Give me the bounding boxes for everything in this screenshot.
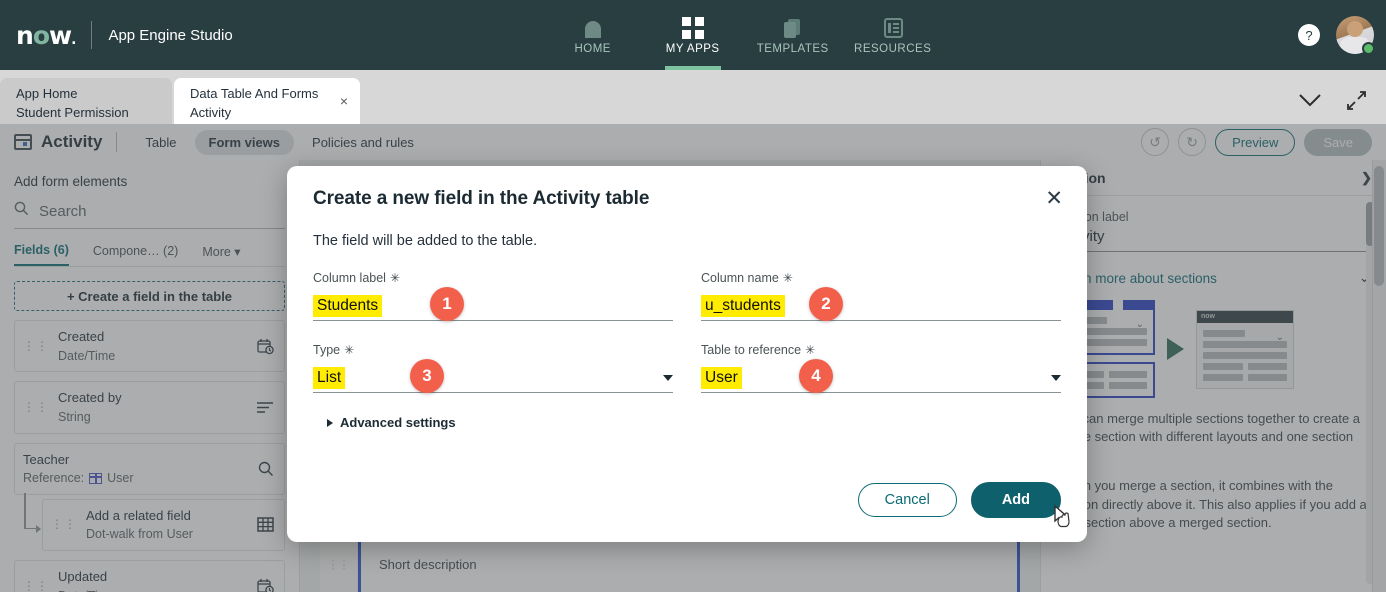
- tab-strip: App Home Student Permission Data Table A…: [0, 70, 1386, 124]
- type-select[interactable]: List: [313, 364, 673, 393]
- modal-actions: Cancel Add: [857, 482, 1061, 518]
- table-to-reference-select[interactable]: User: [701, 364, 1061, 393]
- chevron-down-icon: [663, 375, 673, 381]
- add-button[interactable]: Add: [970, 482, 1061, 518]
- avatar[interactable]: [1336, 16, 1375, 55]
- required-asterisk-icon: ✳: [805, 343, 816, 357]
- help-icon[interactable]: ?: [1298, 24, 1320, 46]
- column-name-group: Column name ✳ u_students 2: [701, 271, 1061, 321]
- header-actions: ?: [1298, 0, 1375, 70]
- nav-label-home: HOME: [574, 43, 611, 55]
- tab-data-table-line1: Data Table And Forms: [190, 86, 319, 102]
- table-to-reference-text: Table to reference: [701, 343, 802, 357]
- column-name-text: Column name: [701, 271, 779, 285]
- table-to-reference-group: Table to reference ✳ User 4: [701, 343, 1061, 393]
- nav-item-templates[interactable]: TEMPLATES: [743, 0, 843, 70]
- close-icon[interactable]: ✕: [1045, 188, 1063, 209]
- chevron-right-icon: [327, 418, 333, 427]
- advanced-settings-label: Advanced settings: [340, 415, 456, 430]
- required-asterisk-icon: ✳: [389, 271, 401, 285]
- cancel-button[interactable]: Cancel: [857, 483, 957, 517]
- tab-app-home[interactable]: App Home Student Permission: [0, 78, 172, 124]
- brand-divider: [91, 21, 93, 49]
- brand: now. App Engine Studio: [0, 21, 233, 50]
- table-to-reference-caption: Table to reference ✳: [701, 343, 1061, 357]
- modal-row-2: Type ✳ List 3 Table to reference ✳ User: [313, 343, 1061, 393]
- primary-nav: HOME MY APPS TEMPLATES RESOURCES: [543, 0, 943, 70]
- type-group: Type ✳ List 3: [313, 343, 673, 393]
- column-name-value: u_students: [701, 295, 785, 317]
- advanced-settings-toggle[interactable]: Advanced settings: [313, 415, 1061, 430]
- column-name-caption: Column name ✳: [701, 271, 1061, 285]
- nav-item-home[interactable]: HOME: [543, 0, 643, 70]
- step-marker-1: 1: [430, 287, 464, 321]
- type-caption: Type ✳: [313, 343, 673, 357]
- tab-app-home-line1: App Home: [16, 86, 78, 102]
- modal-subtitle: The field will be added to the table.: [313, 233, 538, 249]
- expand-arrows-icon[interactable]: [1347, 91, 1366, 110]
- column-label-value: Students: [313, 295, 383, 317]
- step-marker-2: 2: [809, 287, 843, 321]
- column-label-input[interactable]: Students: [313, 292, 673, 321]
- nav-item-resources[interactable]: RESOURCES: [843, 0, 943, 70]
- required-asterisk-icon: ✳: [782, 271, 793, 285]
- create-field-modal: Create a new field in the Activity table…: [287, 166, 1087, 542]
- nav-item-my-apps[interactable]: MY APPS: [643, 0, 743, 70]
- required-asterisk-icon: ✳: [344, 343, 355, 357]
- product-title: App Engine Studio: [108, 26, 233, 44]
- tab-data-table-and-forms[interactable]: Data Table And Forms Activity ×: [174, 78, 360, 124]
- global-header: now. App Engine Studio HOME MY APPS TEMP…: [0, 0, 1386, 70]
- step-marker-3: 3: [410, 359, 444, 393]
- table-to-reference-value: User: [701, 367, 742, 389]
- modal-row-1: Column label ✳ Students 1 Column name ✳ …: [313, 271, 1061, 321]
- app-root: now. App Engine Studio HOME MY APPS TEMP…: [0, 0, 1386, 592]
- grid-icon: [681, 15, 704, 39]
- now-logo[interactable]: now.: [16, 21, 77, 50]
- step-marker-4: 4: [799, 359, 833, 393]
- type-value: List: [313, 367, 346, 389]
- copy-icon: [782, 15, 804, 39]
- chevron-down-icon[interactable]: [1299, 94, 1321, 107]
- home-icon: [582, 15, 604, 39]
- list-doc-icon: [882, 15, 904, 39]
- tab-data-table-line2: Activity: [190, 105, 232, 120]
- nav-label-my-apps: MY APPS: [665, 43, 720, 55]
- column-label-text: Column label: [313, 271, 386, 285]
- tab-strip-actions: [1299, 91, 1386, 124]
- chevron-down-icon: [1051, 375, 1061, 381]
- modal-title: Create a new field in the Activity table: [313, 188, 650, 209]
- presence-badge: [1362, 42, 1375, 55]
- tab-app-home-line2: Student Permission: [16, 105, 129, 120]
- column-name-input[interactable]: u_students: [701, 292, 1061, 321]
- nav-label-templates: TEMPLATES: [756, 43, 829, 55]
- close-icon[interactable]: ×: [340, 94, 348, 108]
- type-text: Type: [313, 343, 341, 357]
- column-label-caption: Column label ✳: [313, 271, 673, 285]
- nav-label-resources: RESOURCES: [854, 43, 932, 55]
- column-label-group: Column label ✳ Students 1: [313, 271, 673, 321]
